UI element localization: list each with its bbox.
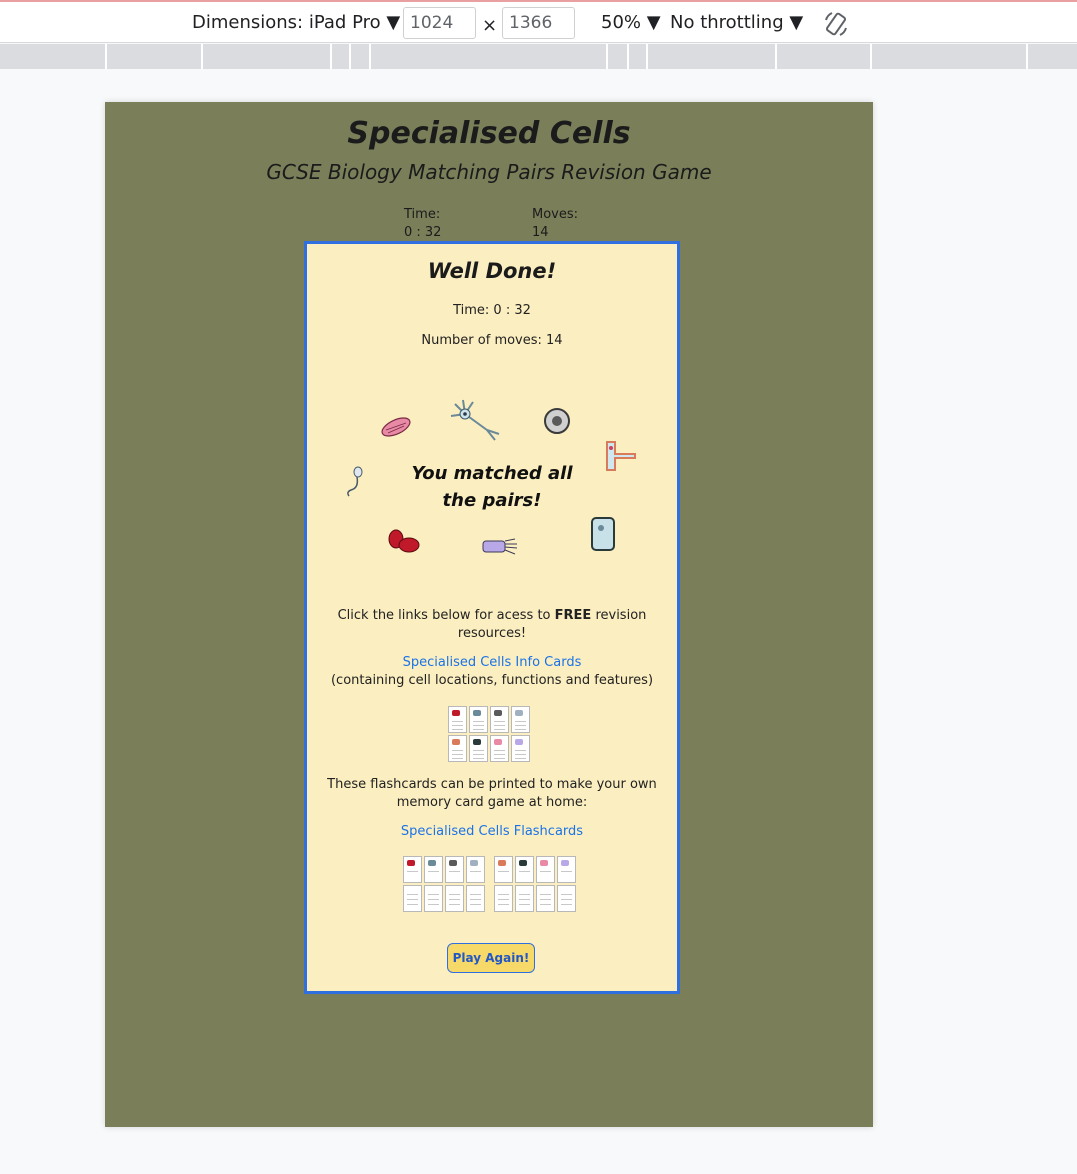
info-cards-link[interactable]: Specialised Cells Info Cards	[307, 655, 677, 670]
flashcards-preview-right[interactable]	[494, 856, 576, 912]
card-thumbnail	[403, 856, 422, 883]
card-thumbnail	[557, 885, 576, 912]
card-thumbnail	[536, 885, 555, 912]
chevron-down-icon: ▼	[646, 12, 661, 33]
palisade-cell-icon	[591, 517, 615, 551]
page-title: Specialised Cells	[347, 116, 631, 151]
matched-message: You matched all the pairs!	[411, 463, 573, 511]
free-emphasis: FREE	[554, 608, 592, 623]
card-thumbnail	[403, 885, 422, 912]
dimension-separator: ×	[482, 15, 498, 36]
move-counter: Moves: 14	[532, 206, 578, 242]
flashcards-intro: These flashcards can be printed to make …	[327, 777, 657, 810]
timer-value: 0 : 32	[404, 225, 442, 240]
card-thumbnail	[445, 885, 464, 912]
card-thumbnail	[536, 856, 555, 883]
card-thumbnail	[469, 706, 488, 733]
muscle-cell-icon	[381, 417, 411, 437]
root-hair-cell-icon	[606, 441, 636, 471]
intro-text-a: Click the links below for acess to	[337, 608, 555, 623]
info-cards-preview[interactable]	[448, 706, 530, 762]
device-select[interactable]: Dimensions: iPad Pro ▼	[192, 12, 400, 33]
egg-cell-icon	[544, 408, 570, 434]
moves-label: Moves:	[532, 207, 579, 222]
card-thumbnail	[448, 706, 467, 733]
card-thumbnail	[445, 856, 464, 883]
play-again-button[interactable]: Play Again!	[447, 943, 535, 973]
rotate-icon[interactable]	[822, 10, 850, 38]
width-input[interactable]: 1024	[403, 7, 476, 39]
chevron-down-icon: ▼	[386, 12, 401, 33]
ciliated-cell-icon	[482, 538, 518, 555]
media-query-bar[interactable]	[0, 44, 1077, 69]
resources-intro: Click the links below for acess to FREE …	[327, 607, 657, 643]
device-select-label: Dimensions: iPad Pro	[192, 12, 381, 33]
final-time: Time: 0 : 32	[453, 303, 531, 318]
win-modal: Well Done! Time: 0 : 32 Number of moves:…	[304, 241, 680, 994]
card-thumbnail	[466, 856, 485, 883]
throttling-label: No throttling	[670, 12, 784, 33]
sperm-cell-icon	[347, 466, 363, 497]
throttling-select[interactable]: No throttling ▼	[670, 12, 803, 33]
card-thumbnail	[494, 856, 513, 883]
card-thumbnail	[557, 856, 576, 883]
card-thumbnail	[424, 856, 443, 883]
zoom-select[interactable]: 50% ▼	[601, 12, 661, 33]
flashcards-link[interactable]: Specialised Cells Flashcards	[307, 824, 677, 839]
card-thumbnail	[490, 706, 509, 733]
device-toolbar: Dimensions: iPad Pro ▼ 1024 × 1366 50% ▼…	[0, 0, 1077, 43]
card-thumbnail	[466, 885, 485, 912]
card-thumbnail	[515, 856, 534, 883]
zoom-label: 50%	[601, 12, 642, 33]
page-subtitle: GCSE Biology Matching Pairs Revision Gam…	[266, 160, 712, 184]
card-thumbnail	[511, 735, 530, 762]
emulated-page: Specialised Cells GCSE Biology Matching …	[105, 102, 873, 1127]
moves-value: 14	[532, 225, 549, 240]
card-thumbnail	[515, 885, 534, 912]
chevron-down-icon: ▼	[789, 12, 804, 33]
red-blood-cell-icon	[388, 529, 420, 553]
card-thumbnail	[490, 735, 509, 762]
final-moves: Number of moves: 14	[421, 333, 563, 348]
card-thumbnail	[448, 735, 467, 762]
timer-label: Time:	[404, 207, 441, 222]
card-thumbnail	[469, 735, 488, 762]
modal-title: Well Done!	[427, 259, 557, 283]
card-thumbnail	[424, 885, 443, 912]
card-thumbnail	[511, 706, 530, 733]
timer: Time: 0 : 32	[404, 206, 441, 242]
height-input[interactable]: 1366	[502, 7, 575, 39]
flashcards-preview-left[interactable]	[403, 856, 485, 912]
card-thumbnail	[494, 885, 513, 912]
info-cards-note: (containing cell locations, functions an…	[330, 673, 654, 688]
nerve-cell-icon	[450, 399, 500, 441]
